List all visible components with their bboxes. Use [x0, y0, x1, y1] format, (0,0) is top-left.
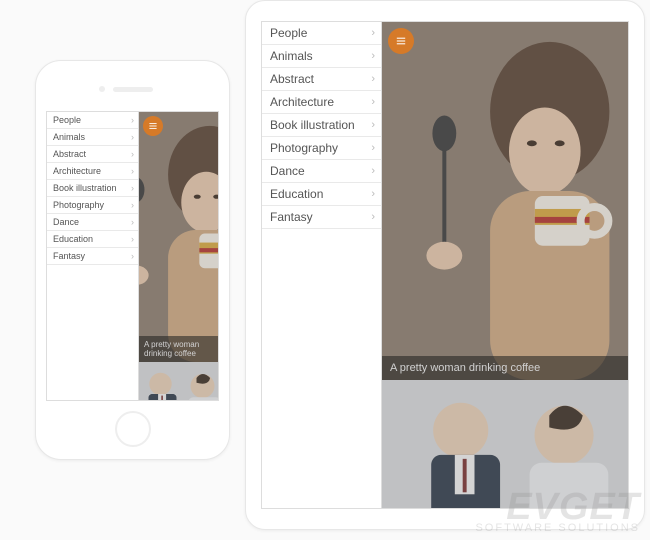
- sidebar-item-label: Education: [270, 187, 323, 201]
- gallery-image: [139, 112, 218, 362]
- menu-toggle-button[interactable]: [143, 116, 163, 136]
- chevron-right-icon: ›: [131, 149, 134, 159]
- category-sidebar: People › Animals › Abstract › Architectu…: [47, 112, 139, 400]
- sidebar-item-label: Photography: [53, 200, 104, 210]
- chevron-right-icon: ›: [371, 211, 375, 223]
- sidebar-item-education[interactable]: Education ›: [47, 231, 138, 248]
- phone-speaker: [113, 87, 153, 92]
- sidebar-item-label: Photography: [270, 141, 338, 155]
- sidebar-item-abstract[interactable]: Abstract ›: [262, 68, 381, 91]
- sidebar-item-photography[interactable]: Photography ›: [47, 197, 138, 214]
- app-root: People › Animals › Abstract › Architectu…: [47, 112, 218, 400]
- sidebar-item-label: Dance: [53, 217, 79, 227]
- menu-toggle-button[interactable]: [388, 28, 414, 54]
- phone-home-button[interactable]: [115, 411, 151, 447]
- sidebar-item-label: Book illustration: [53, 183, 117, 193]
- chevron-right-icon: ›: [131, 234, 134, 244]
- chevron-right-icon: ›: [371, 142, 375, 154]
- sidebar-item-architecture[interactable]: Architecture ›: [47, 163, 138, 180]
- gallery-image: [382, 380, 628, 509]
- sidebar-item-abstract[interactable]: Abstract ›: [47, 146, 138, 163]
- gallery-caption: A pretty woman drinking coffee: [139, 336, 218, 362]
- sidebar-item-education[interactable]: Education ›: [262, 183, 381, 206]
- sidebar-item-fantasy[interactable]: Fantasy ›: [262, 206, 381, 229]
- sidebar-item-photography[interactable]: Photography ›: [262, 137, 381, 160]
- category-sidebar: People › Animals › Abstract › Architectu…: [262, 22, 382, 508]
- sidebar-item-label: Animals: [53, 132, 85, 142]
- gallery: A pretty woman drinking coffee: [382, 22, 628, 508]
- sidebar-item-label: Fantasy: [53, 251, 85, 261]
- chevron-right-icon: ›: [371, 165, 375, 177]
- sidebar-item-label: Fantasy: [270, 210, 313, 224]
- sidebar-item-fantasy[interactable]: Fantasy ›: [47, 248, 138, 265]
- chevron-right-icon: ›: [131, 132, 134, 142]
- phone-screen: People › Animals › Abstract › Architectu…: [46, 111, 219, 401]
- menu-icon: [147, 120, 159, 132]
- sidebar-item-label: Animals: [270, 49, 313, 63]
- chevron-right-icon: ›: [131, 251, 134, 261]
- gallery-image: [382, 22, 628, 380]
- device-tablet: People › Animals › Abstract › Architectu…: [245, 0, 645, 530]
- sidebar-item-animals[interactable]: Animals ›: [262, 45, 381, 68]
- sidebar-item-dance[interactable]: Dance ›: [47, 214, 138, 231]
- sidebar-item-people[interactable]: People ›: [262, 22, 381, 45]
- sidebar-item-dance[interactable]: Dance ›: [262, 160, 381, 183]
- sidebar-item-label: Architecture: [53, 166, 101, 176]
- sidebar-item-label: Dance: [270, 164, 305, 178]
- chevron-right-icon: ›: [371, 119, 375, 131]
- chevron-right-icon: ›: [371, 73, 375, 85]
- chevron-right-icon: ›: [131, 183, 134, 193]
- sidebar-item-label: People: [270, 26, 307, 40]
- sidebar-item-label: Abstract: [53, 149, 86, 159]
- menu-icon: [394, 34, 408, 48]
- tablet-screen: People › Animals › Abstract › Architectu…: [261, 21, 629, 509]
- sidebar-item-animals[interactable]: Animals ›: [47, 129, 138, 146]
- gallery-item[interactable]: A pretty woman drinking coffee: [382, 22, 628, 380]
- chevron-right-icon: ›: [371, 50, 375, 62]
- sidebar-item-label: Abstract: [270, 72, 314, 86]
- sidebar-item-people[interactable]: People ›: [47, 112, 138, 129]
- chevron-right-icon: ›: [131, 166, 134, 176]
- chevron-right-icon: ›: [371, 188, 375, 200]
- gallery-item[interactable]: [139, 362, 218, 401]
- sidebar-item-book-illustration[interactable]: Book illustration ›: [262, 114, 381, 137]
- chevron-right-icon: ›: [371, 27, 375, 39]
- gallery-item[interactable]: A pretty woman drinking coffee: [139, 112, 218, 362]
- gallery-caption: A pretty woman drinking coffee: [382, 356, 628, 380]
- chevron-right-icon: ›: [131, 217, 134, 227]
- chevron-right-icon: ›: [131, 200, 134, 210]
- gallery: A pretty woman drinking coffee: [139, 112, 218, 400]
- sidebar-item-label: Book illustration: [270, 118, 355, 132]
- device-phone: People › Animals › Abstract › Architectu…: [35, 60, 230, 460]
- phone-camera: [99, 86, 105, 92]
- sidebar-item-label: Architecture: [270, 95, 334, 109]
- sidebar-item-architecture[interactable]: Architecture ›: [262, 91, 381, 114]
- app-root: People › Animals › Abstract › Architectu…: [262, 22, 628, 508]
- sidebar-item-label: Education: [53, 234, 93, 244]
- sidebar-item-label: People: [53, 115, 81, 125]
- chevron-right-icon: ›: [371, 96, 375, 108]
- sidebar-item-book-illustration[interactable]: Book illustration ›: [47, 180, 138, 197]
- gallery-item[interactable]: [382, 380, 628, 509]
- gallery-image: [139, 362, 218, 401]
- chevron-right-icon: ›: [131, 115, 134, 125]
